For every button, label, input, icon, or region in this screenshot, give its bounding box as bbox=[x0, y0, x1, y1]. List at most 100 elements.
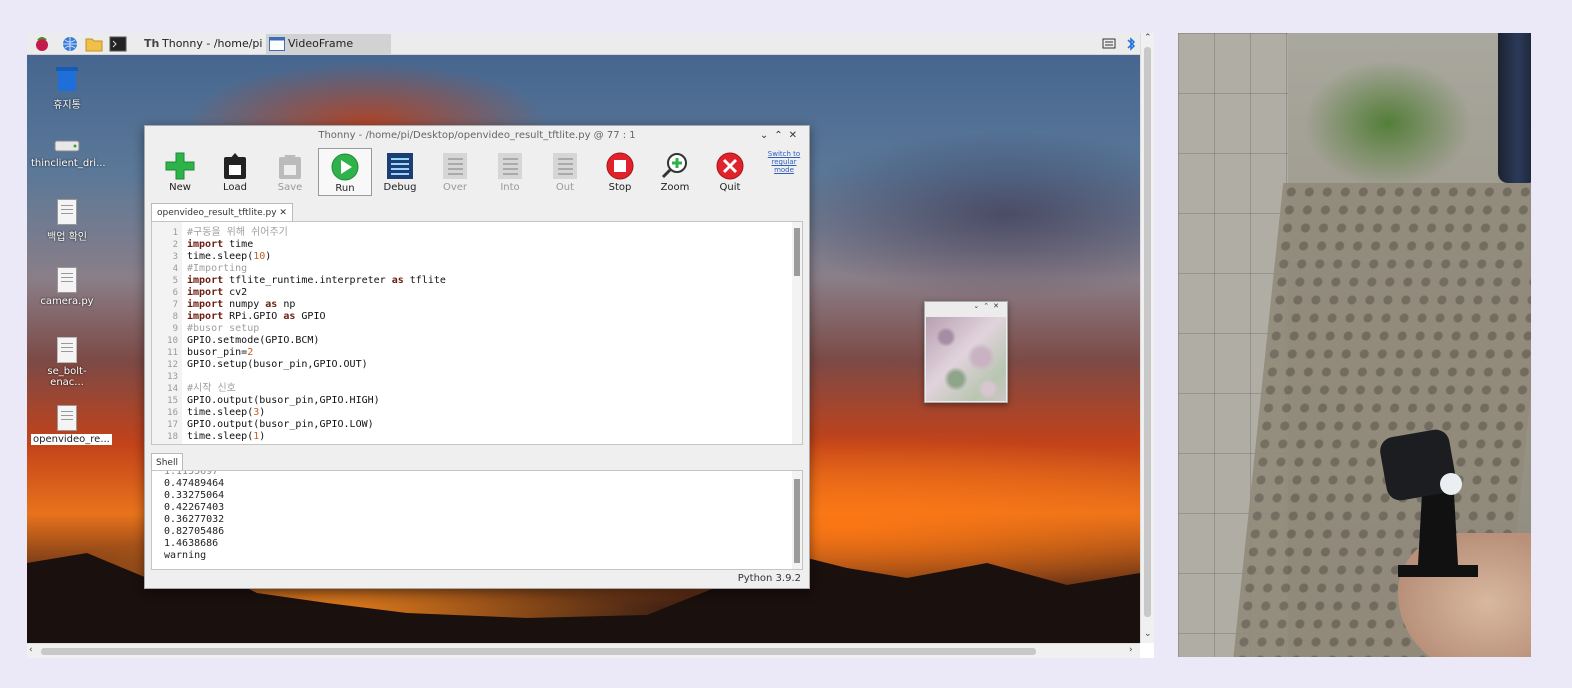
debug-button[interactable]: Debug bbox=[373, 148, 427, 196]
file-manager-icon[interactable] bbox=[85, 36, 103, 52]
shell-scrollbar[interactable] bbox=[792, 471, 802, 569]
code-token: GPIO bbox=[295, 311, 326, 322]
minimize-icon[interactable]: ⌄ bbox=[760, 130, 774, 141]
desktop-icon-openvideo[interactable]: openvideo_re... bbox=[31, 405, 112, 445]
shell-line: 0.33275064 bbox=[164, 490, 225, 501]
new-icon bbox=[165, 152, 195, 180]
line-number: 3 bbox=[172, 252, 178, 262]
code-token: import bbox=[187, 287, 224, 298]
window-title: Thonny - /home/pi/Desktop/openvideo_resu… bbox=[318, 130, 636, 141]
desktop-icon-camera-py[interactable]: camera.py bbox=[31, 267, 103, 307]
thonny-title-bar[interactable]: Thonny - /home/pi/Desktop/openvideo_resu… bbox=[145, 126, 809, 146]
minimize-icon[interactable]: ⌄ bbox=[973, 302, 983, 310]
code-text: GPIO.setup(busor_pin,GPIO.OUT) bbox=[187, 359, 368, 371]
stop-icon bbox=[606, 152, 634, 180]
scroll-right-icon[interactable]: › bbox=[1129, 645, 1133, 655]
toolbar-label: Run bbox=[335, 183, 355, 194]
viewport-horizontal-scrollbar[interactable]: ‹ › bbox=[27, 643, 1140, 658]
desktop-icon-se-bolt[interactable]: se_bolt-enac... bbox=[31, 337, 103, 388]
stop-button[interactable]: Stop bbox=[593, 148, 647, 196]
code-text: GPIO.setmode(GPIO.BCM) bbox=[187, 335, 319, 347]
save-button[interactable]: Save bbox=[263, 148, 317, 196]
step-over-button[interactable]: Over bbox=[428, 148, 482, 196]
zoom-button[interactable]: Zoom bbox=[648, 148, 702, 196]
scroll-up-icon[interactable]: ⌃ bbox=[1144, 33, 1152, 43]
close-icon[interactable]: ✕ bbox=[789, 130, 803, 141]
walkway-camera-photo bbox=[1178, 33, 1531, 657]
viewport-vertical-thumb[interactable] bbox=[1144, 47, 1151, 617]
drive-icon bbox=[54, 140, 80, 152]
viewport-horizontal-thumb[interactable] bbox=[41, 648, 1036, 655]
raspberry-menu-icon[interactable] bbox=[33, 36, 51, 52]
network-icon[interactable] bbox=[1100, 36, 1118, 52]
shell-panel[interactable]: 1.1155697 0.47489464 0.33275064 0.42267403… bbox=[151, 470, 803, 570]
run-button[interactable]: Run bbox=[318, 148, 372, 196]
desktop-icon-label: openvideo_re... bbox=[31, 434, 112, 445]
shell-line: warning bbox=[164, 550, 207, 561]
window-controls: ⌄⌃✕ bbox=[760, 126, 803, 146]
code-editor[interactable]: 1 #구동을 위해 쉬어주기 2 import time 3 time.sleep(10)… bbox=[151, 221, 803, 445]
taskbar-item-thonny[interactable]: Th Thonny - /home/pi/... bbox=[140, 34, 262, 54]
code-text: import RPi.GPIO as GPIO bbox=[187, 311, 326, 323]
maximize-icon[interactable]: ⌃ bbox=[983, 302, 993, 310]
step-into-button[interactable]: Into bbox=[483, 148, 537, 196]
new-button[interactable]: New bbox=[153, 148, 207, 196]
shell-tab[interactable]: Shell bbox=[151, 453, 183, 471]
hand bbox=[1398, 533, 1531, 657]
switch-mode-link[interactable]: Switch to regular mode bbox=[765, 150, 803, 174]
step-out-button[interactable]: Out bbox=[538, 148, 592, 196]
scroll-left-icon[interactable]: ‹ bbox=[29, 645, 33, 655]
line-number: 1 bbox=[172, 228, 178, 238]
toolbar-label: Over bbox=[442, 182, 468, 193]
line-number: 10 bbox=[167, 336, 178, 346]
shell-scroll-thumb[interactable] bbox=[794, 479, 800, 563]
editor-tab[interactable]: openvideo_result_tftlite.py ✕ bbox=[151, 203, 293, 222]
bluetooth-icon[interactable] bbox=[1122, 36, 1140, 52]
code-text: #busor setup bbox=[187, 323, 260, 334]
save-icon bbox=[279, 155, 301, 179]
desktop-icon-trash[interactable]: 휴지통 bbox=[31, 65, 103, 111]
code-token: tflite bbox=[403, 275, 446, 286]
shell-line: 1.4638686 bbox=[164, 538, 219, 549]
toolbar-label: Save bbox=[277, 182, 303, 193]
editor-scroll-thumb[interactable] bbox=[794, 228, 800, 276]
line-number: 17 bbox=[167, 420, 178, 430]
shell-line: 0.42267403 bbox=[164, 502, 225, 513]
line-number: 9 bbox=[172, 324, 178, 334]
code-token: time.sleep( bbox=[187, 251, 254, 262]
desktop-icon-label: 백업 확인 bbox=[47, 232, 87, 243]
line-number: 4 bbox=[172, 264, 178, 274]
videoframe-title-bar[interactable]: ⌄⌃✕ bbox=[925, 302, 1007, 316]
viewport-vertical-scrollbar[interactable]: ⌃ ⌄ bbox=[1140, 33, 1154, 643]
code-text: import numpy as np bbox=[187, 299, 295, 311]
code-token: RPi.GPIO bbox=[223, 311, 284, 322]
terminal-icon[interactable] bbox=[109, 36, 127, 52]
code-token: ) bbox=[265, 251, 272, 262]
scroll-down-icon[interactable]: ⌄ bbox=[1144, 629, 1152, 639]
quit-button[interactable]: Quit bbox=[703, 148, 757, 196]
code-text: GPIO.output(busor_pin,GPIO.HIGH) bbox=[187, 395, 380, 407]
shell-line-partial: 1.1155697 bbox=[164, 470, 219, 477]
window-icon bbox=[269, 37, 285, 51]
code-token: import bbox=[187, 239, 224, 250]
taskbar-item-videoframe[interactable]: VideoFrame bbox=[266, 34, 391, 54]
load-button[interactable]: Load bbox=[208, 148, 262, 196]
line-number: 6 bbox=[172, 288, 178, 298]
desktop-icon-label: se_bolt-enac... bbox=[47, 366, 87, 388]
thonny-window: Thonny - /home/pi/Desktop/openvideo_resu… bbox=[144, 125, 810, 589]
line-number: 7 bbox=[172, 300, 178, 310]
taskbar-item-label: VideoFrame bbox=[288, 37, 354, 50]
code-token: 2 bbox=[247, 347, 254, 358]
code-token: ) bbox=[259, 407, 266, 418]
step-over-icon bbox=[443, 153, 467, 179]
close-icon[interactable]: ✕ bbox=[993, 302, 1003, 310]
desktop-icon-drive[interactable]: thinclient_dri... bbox=[31, 137, 106, 169]
editor-scrollbar[interactable] bbox=[792, 222, 802, 444]
document-icon bbox=[57, 267, 77, 293]
run-icon bbox=[331, 153, 359, 181]
desktop-icon-backup[interactable]: 백업 확인 bbox=[31, 199, 103, 243]
code-text: import time bbox=[187, 239, 253, 251]
maximize-icon[interactable]: ⌃ bbox=[774, 130, 788, 141]
browser-icon[interactable] bbox=[61, 36, 79, 52]
desktop-icon-label: 휴지통 bbox=[53, 100, 81, 111]
